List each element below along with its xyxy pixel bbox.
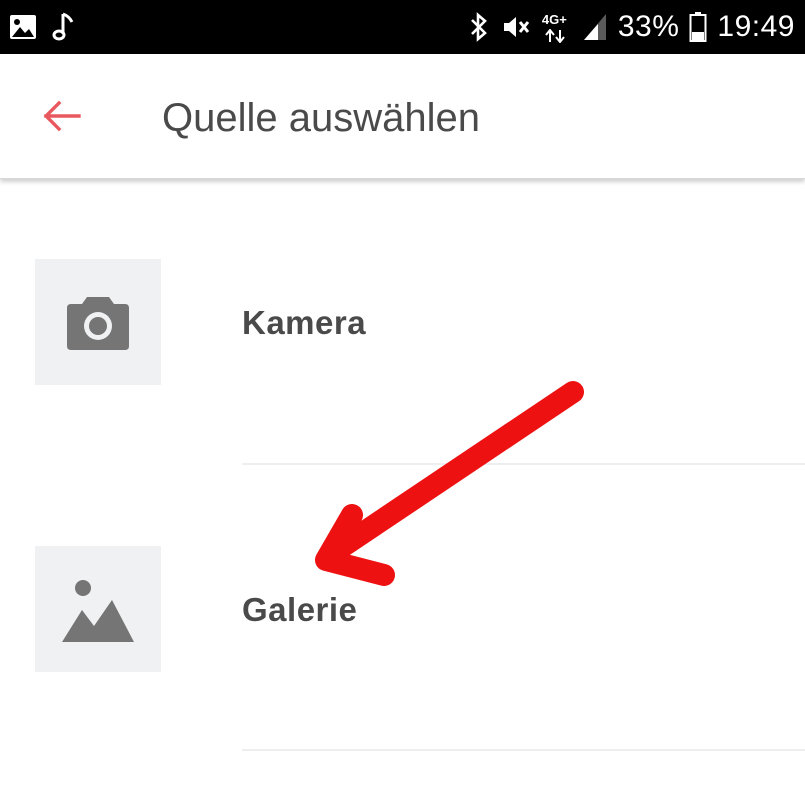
list-item-label-gallery: Galerie <box>242 591 358 628</box>
vibrate-icon <box>503 17 530 37</box>
camera-thumbnail <box>35 259 161 385</box>
arrow-back-icon <box>43 100 81 132</box>
app-bar: Quelle auswählen <box>0 54 805 179</box>
gallery-image-icon <box>62 580 134 642</box>
network-indicator: 4G+ <box>542 7 572 47</box>
data-arrows-icon <box>545 29 565 43</box>
status-bar-right: 4G+ 33% 19:49 <box>468 0 795 54</box>
signal-icon <box>583 14 606 40</box>
list-item-gallery[interactable]: Galerie <box>0 466 805 752</box>
status-bar-left <box>8 0 78 54</box>
back-button[interactable] <box>30 94 94 138</box>
list-item-label-camera: Kamera <box>242 304 367 341</box>
status-bar: 4G+ 33% 19:49 <box>0 0 805 54</box>
screen: 4G+ 33% 19:49 Quelle auswählen Kamera Ga… <box>0 0 805 800</box>
clock: 19:49 <box>717 10 795 43</box>
network-type-label: 4G+ <box>541 12 567 27</box>
divider <box>242 749 805 751</box>
divider <box>242 463 805 465</box>
gallery-thumbnail <box>35 546 161 672</box>
battery-icon <box>689 12 707 42</box>
bluetooth-icon <box>470 12 487 42</box>
battery-percentage: 33% <box>617 10 680 43</box>
page-title: Quelle auswählen <box>162 96 480 140</box>
camera-icon <box>67 297 129 350</box>
list-item-camera[interactable]: Kamera <box>0 180 805 466</box>
image-notification-icon <box>10 15 36 39</box>
music-note-icon <box>52 12 74 41</box>
